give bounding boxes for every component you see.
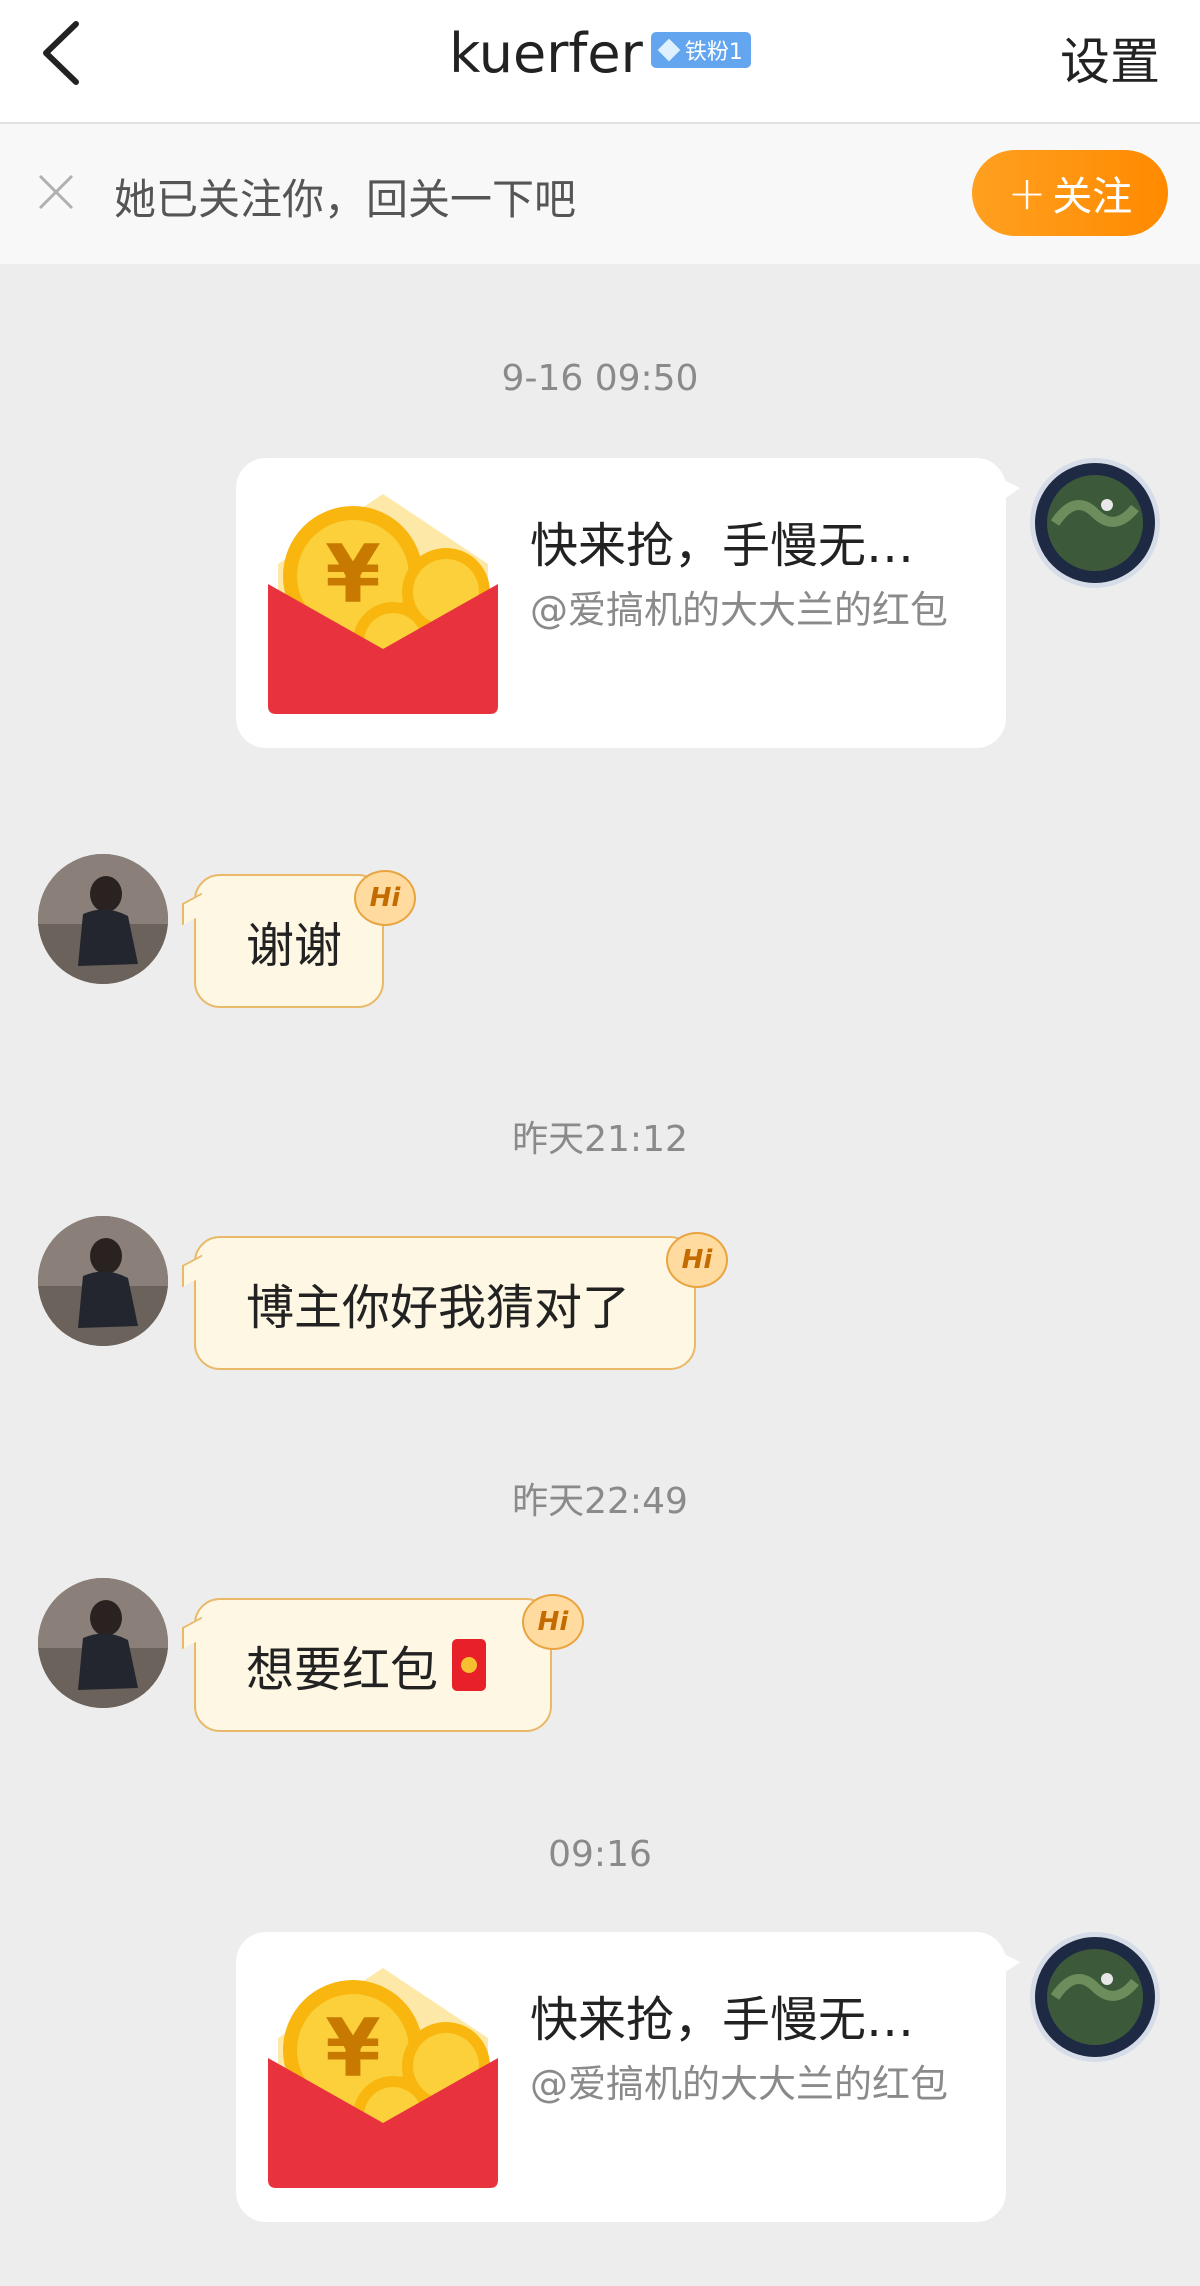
red-packet-title: 快来抢，手慢无… xyxy=(530,1992,915,2048)
close-icon xyxy=(38,174,74,210)
follow-back-banner: 她已关注你，回关一下吧 + 关注 xyxy=(0,124,1200,264)
message-timestamp: 09:16 xyxy=(548,1834,652,1875)
dismiss-banner-button[interactable] xyxy=(36,172,76,212)
message-text: 想要红包 xyxy=(246,1642,439,1698)
avatar-image xyxy=(1047,475,1143,571)
my-avatar[interactable] xyxy=(1030,458,1160,588)
settings-button[interactable]: 设置 xyxy=(1060,22,1160,94)
bubble-tail xyxy=(182,1254,202,1288)
red-packet-card[interactable]: ¥ 快来抢，手慢无… @爱搞机的大大兰的红包 xyxy=(236,458,1020,748)
red-packet-emoji-icon xyxy=(452,1639,487,1691)
red-packet-sender: @爱搞机的大大兰的红包 xyxy=(530,588,949,632)
bubble-tail xyxy=(182,1616,202,1650)
fan-level-label: 铁粉1 xyxy=(684,40,743,65)
red-packet-card[interactable]: ¥ 快来抢，手慢无… @爱搞机的大大兰的红包 xyxy=(236,1932,1020,2222)
message-timestamp: 9-16 09:50 xyxy=(501,358,699,399)
svg-text:¥: ¥ xyxy=(325,2002,381,2095)
red-packet-sender: @爱搞机的大大兰的红包 xyxy=(530,2062,949,2106)
bubble-tail xyxy=(182,892,202,926)
bubble-tail xyxy=(1000,1952,1020,1976)
follow-button[interactable]: + 关注 xyxy=(972,150,1168,236)
contact-avatar[interactable] xyxy=(38,854,168,984)
avatar-image xyxy=(38,1578,168,1708)
top-navigation-bar: kuerfer 铁粉1 设置 xyxy=(0,0,1200,124)
chat-title-area: kuerfer 铁粉1 xyxy=(0,18,1200,88)
follow-back-prompt: 她已关注你，回关一下吧 xyxy=(114,175,577,224)
follow-button-label: 关注 xyxy=(1052,174,1133,220)
avatar-image xyxy=(38,1216,168,1346)
my-avatar[interactable] xyxy=(1030,1932,1160,2062)
message-timestamp: 昨天22:49 xyxy=(512,1481,688,1522)
avatar-image xyxy=(1047,1949,1143,2045)
svg-text:¥: ¥ xyxy=(325,528,381,621)
contact-avatar[interactable] xyxy=(38,1578,168,1708)
red-packet-title: 快来抢，手慢无… xyxy=(530,518,915,574)
avatar-image xyxy=(38,854,168,984)
contact-avatar[interactable] xyxy=(38,1216,168,1346)
message-bubble[interactable]: 博主你好我猜对了 xyxy=(182,1236,696,1370)
diamond-icon xyxy=(657,38,681,62)
message-text: 谢谢 xyxy=(246,918,343,974)
bubble-tail xyxy=(1000,478,1020,502)
message-timestamp: 昨天21:12 xyxy=(512,1119,688,1160)
hi-badge: Hi xyxy=(522,1594,584,1650)
hi-badge: Hi xyxy=(666,1232,728,1288)
message-bubble[interactable]: 想要红包 xyxy=(182,1598,552,1732)
chat-title[interactable]: kuerfer xyxy=(449,22,643,85)
message-text: 博主你好我猜对了 xyxy=(246,1280,631,1336)
fan-level-badge: 铁粉1 xyxy=(650,32,751,68)
red-envelope-icon: ¥ xyxy=(268,1968,498,2188)
red-envelope-icon: ¥ xyxy=(268,494,498,714)
plus-icon: + xyxy=(1007,166,1047,220)
hi-badge: Hi xyxy=(354,870,416,926)
